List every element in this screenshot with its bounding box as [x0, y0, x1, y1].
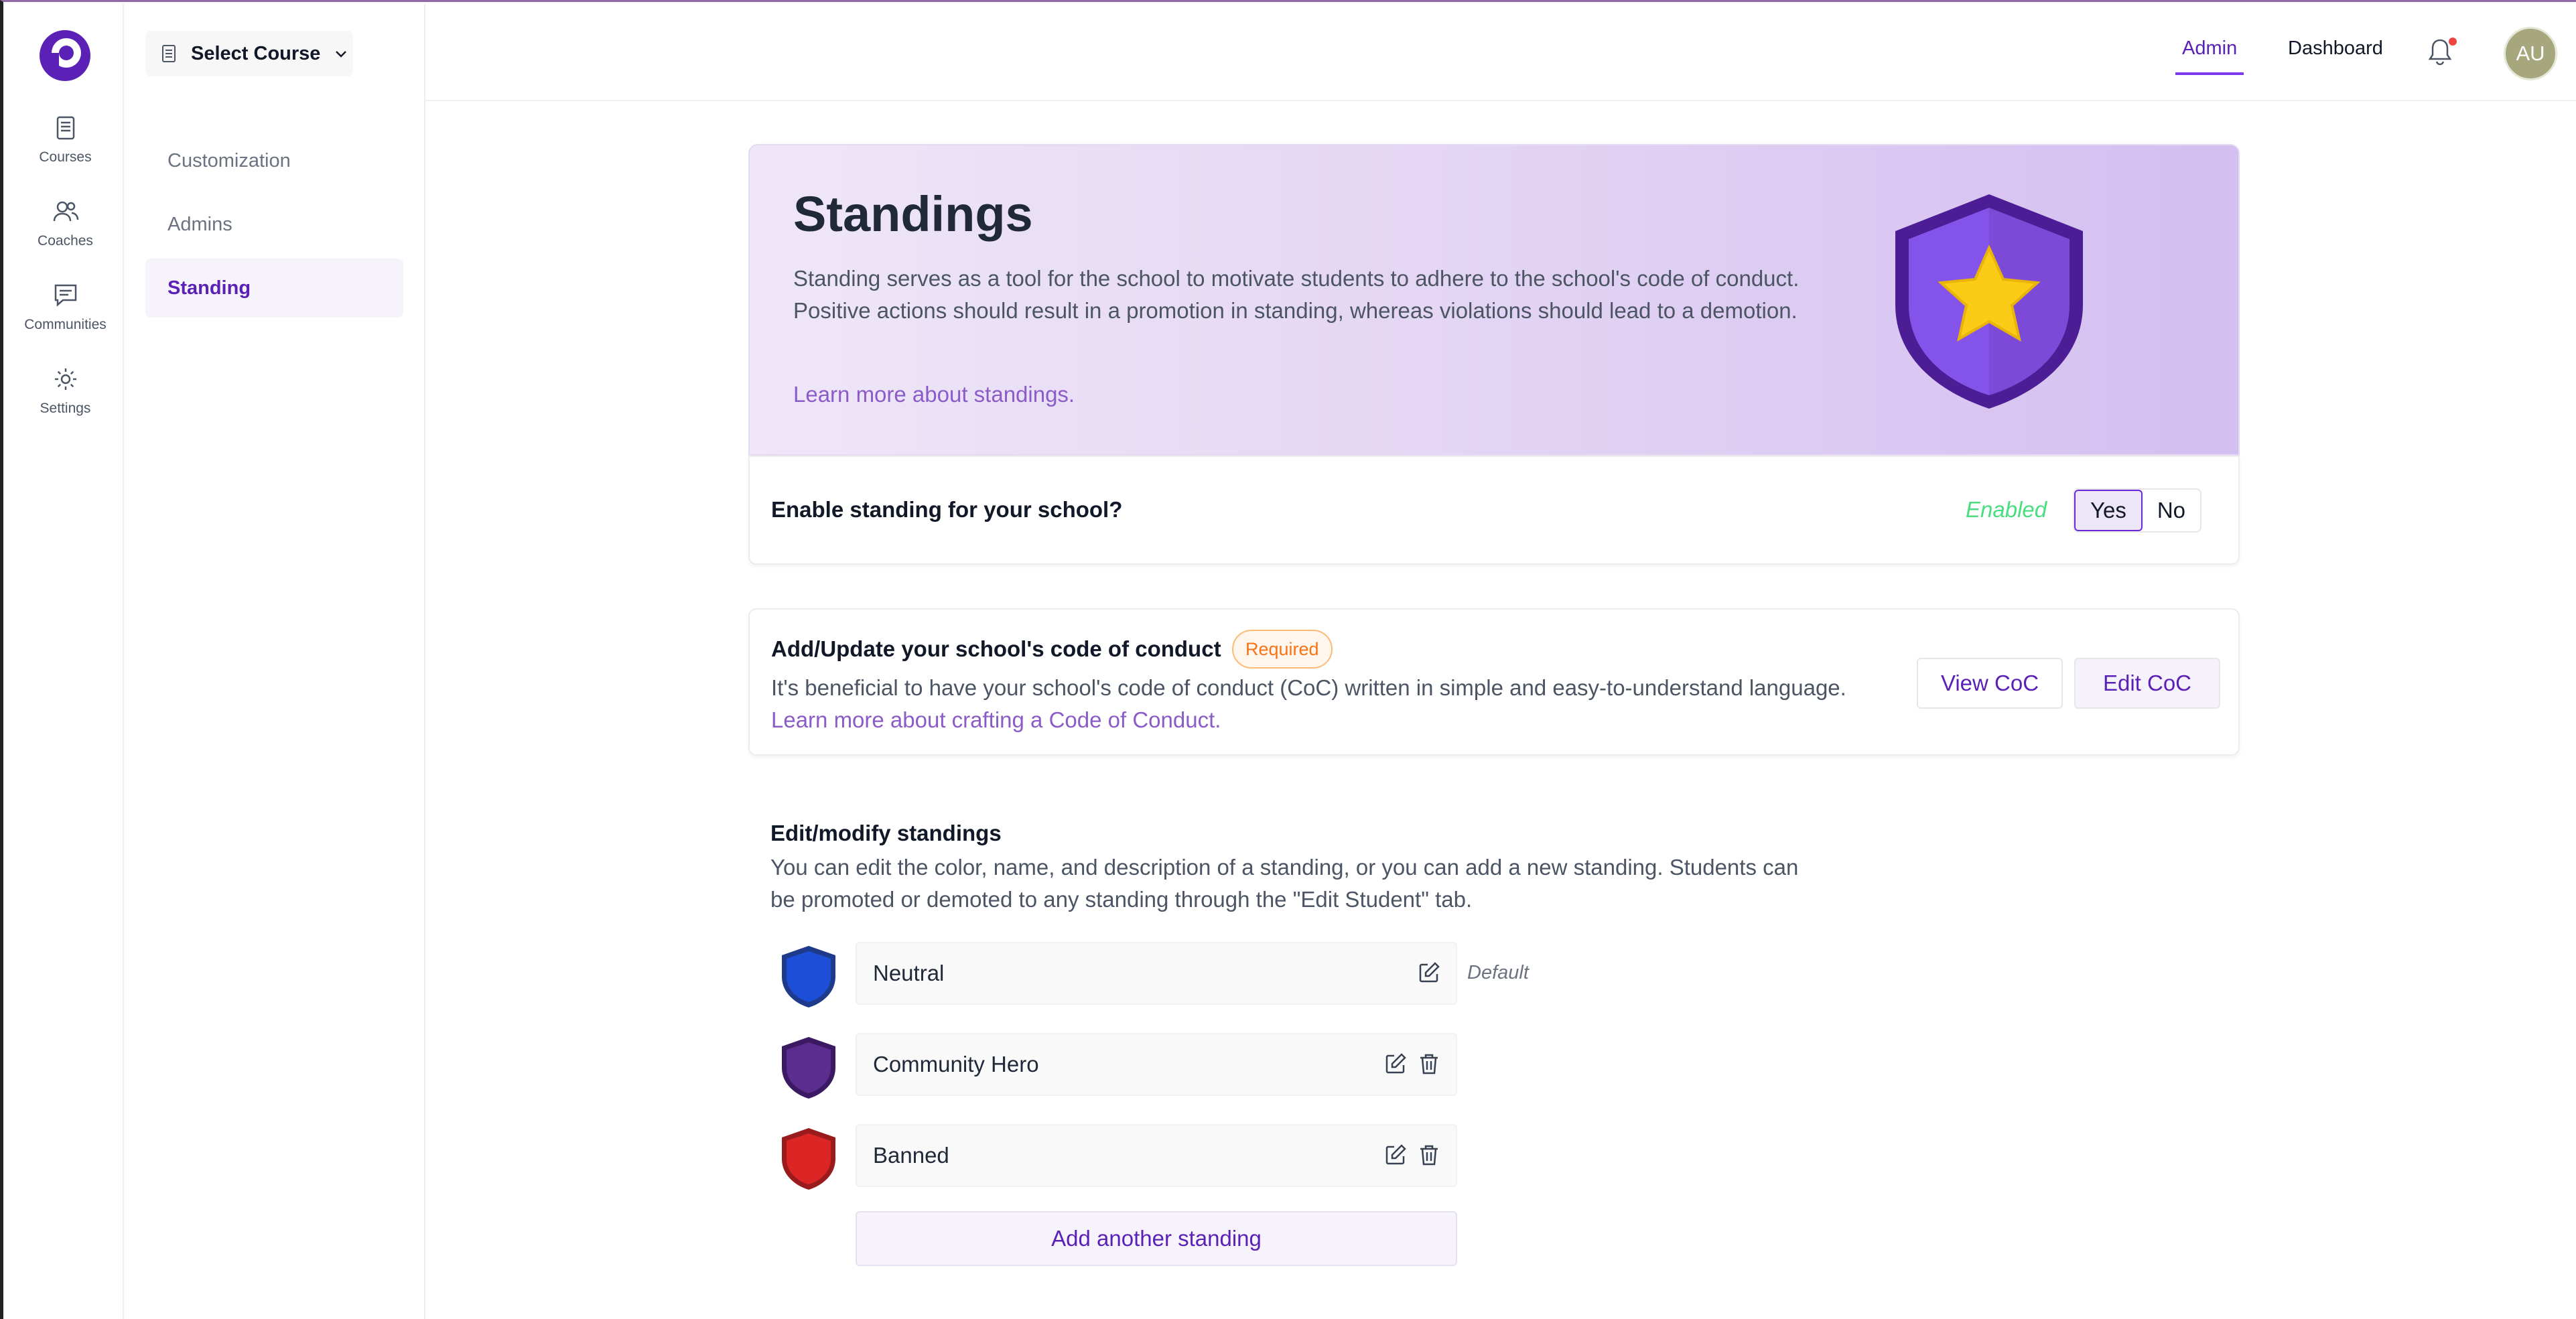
- course-select-label: Select Course: [191, 42, 321, 64]
- rail-item-courses[interactable]: Courses: [7, 115, 124, 188]
- sidebar-item-standing[interactable]: Standing: [145, 259, 403, 318]
- edit-icon[interactable]: [1417, 961, 1441, 985]
- standing-name: Banned: [873, 1143, 949, 1168]
- rail-label-coaches: Coaches: [38, 233, 93, 249]
- standing-row-community-hero: Community Hero: [781, 1033, 1457, 1099]
- edit-coc-button[interactable]: Edit CoC: [2074, 658, 2220, 709]
- document-icon: [162, 45, 176, 62]
- sidebar-item-label: Customization: [167, 149, 291, 171]
- icon-rail: Courses Coaches Communities Settings: [7, 4, 124, 1319]
- edit-icon[interactable]: [1383, 1052, 1408, 1076]
- coc-learn-more-link[interactable]: Learn more about crafting a Code of Cond…: [771, 707, 1221, 732]
- rail-item-coaches[interactable]: Coaches: [7, 198, 124, 272]
- shield-star-icon: [1895, 194, 2083, 409]
- edit-standings-title: Edit/modify standings: [770, 821, 1002, 845]
- sidebar-item-label: Admins: [167, 213, 232, 235]
- sidebar-item-label: Standing: [167, 277, 251, 299]
- rail-item-settings[interactable]: Settings: [7, 366, 124, 439]
- trash-icon[interactable]: [1417, 1143, 1441, 1167]
- default-label: Default: [1467, 962, 1529, 983]
- rail-label-communities: Communities: [24, 317, 107, 332]
- standings-hero: Standings Standing serves as a tool for …: [748, 144, 2240, 456]
- enable-standing-toggle: Yes No: [2073, 488, 2202, 533]
- gear-icon: [54, 368, 76, 390]
- coc-description: It's beneficial to have your school's co…: [771, 672, 1870, 736]
- settings-sidebar: Select Course Customization Admins Stand…: [125, 4, 425, 1319]
- standing-name: Community Hero: [873, 1052, 1039, 1077]
- logo-icon[interactable]: [37, 27, 93, 84]
- required-badge: Required: [1232, 630, 1333, 669]
- coc-description-text: It's beneficial to have your school's co…: [771, 675, 1846, 700]
- rail-label-settings: Settings: [40, 401, 91, 416]
- shield-icon: [782, 1128, 835, 1190]
- document-icon: [56, 116, 74, 140]
- edit-icon[interactable]: [1383, 1143, 1408, 1167]
- code-of-conduct-card: Add/Update your school's code of conduct…: [748, 608, 2240, 756]
- tab-admin[interactable]: Admin: [2175, 32, 2244, 75]
- avatar[interactable]: AU: [2504, 27, 2557, 80]
- yes-option[interactable]: Yes: [2074, 490, 2143, 531]
- standing-name-box[interactable]: Community Hero: [856, 1033, 1457, 1096]
- page-title: Standings: [793, 186, 1033, 242]
- no-option[interactable]: No: [2143, 490, 2200, 531]
- view-coc-button[interactable]: View CoC: [1917, 658, 2063, 709]
- shield-icon: [782, 1037, 835, 1099]
- trash-icon[interactable]: [1417, 1052, 1441, 1076]
- learn-more-standings-link[interactable]: Learn more about standings.: [793, 382, 1075, 407]
- sidebar-item-admins[interactable]: Admins: [145, 195, 403, 254]
- standing-row-neutral: Neutral Default: [781, 942, 1529, 1008]
- chevron-down-icon: [336, 51, 347, 58]
- sidebar-item-customization[interactable]: Customization: [145, 131, 403, 190]
- hero-description: Standing serves as a tool for the school…: [793, 266, 1800, 323]
- standing-name: Neutral: [873, 961, 945, 985]
- tab-dashboard[interactable]: Dashboard: [2281, 32, 2390, 75]
- users-icon: [53, 201, 78, 222]
- enabled-status-text: Enabled: [1966, 497, 2047, 522]
- add-standing-button[interactable]: Add another standing: [856, 1211, 1457, 1266]
- chat-icon: [54, 284, 76, 307]
- rail-label-courses: Courses: [39, 149, 92, 165]
- edit-standings-description: You can edit the color, name, and descri…: [770, 855, 1799, 912]
- notification-dot: [2449, 38, 2457, 46]
- app-frame: Courses Coaches Communities Settings Sel…: [0, 0, 2576, 1319]
- coc-title: Add/Update your school's code of conduct: [771, 636, 1221, 661]
- enable-standing-label: Enable standing for your school?: [771, 497, 1123, 522]
- shield-icon: [782, 946, 835, 1008]
- course-select-dropdown[interactable]: Select Course: [145, 31, 353, 76]
- standing-row-banned: Banned: [781, 1124, 1457, 1190]
- rail-item-communities[interactable]: Communities: [7, 282, 124, 356]
- standing-name-box[interactable]: Banned: [856, 1124, 1457, 1187]
- standing-name-box[interactable]: Neutral: [856, 942, 1457, 1005]
- enable-standing-card: Enable standing for your school? Enabled…: [748, 456, 2240, 565]
- top-header: Admin Dashboard AU: [425, 4, 2576, 101]
